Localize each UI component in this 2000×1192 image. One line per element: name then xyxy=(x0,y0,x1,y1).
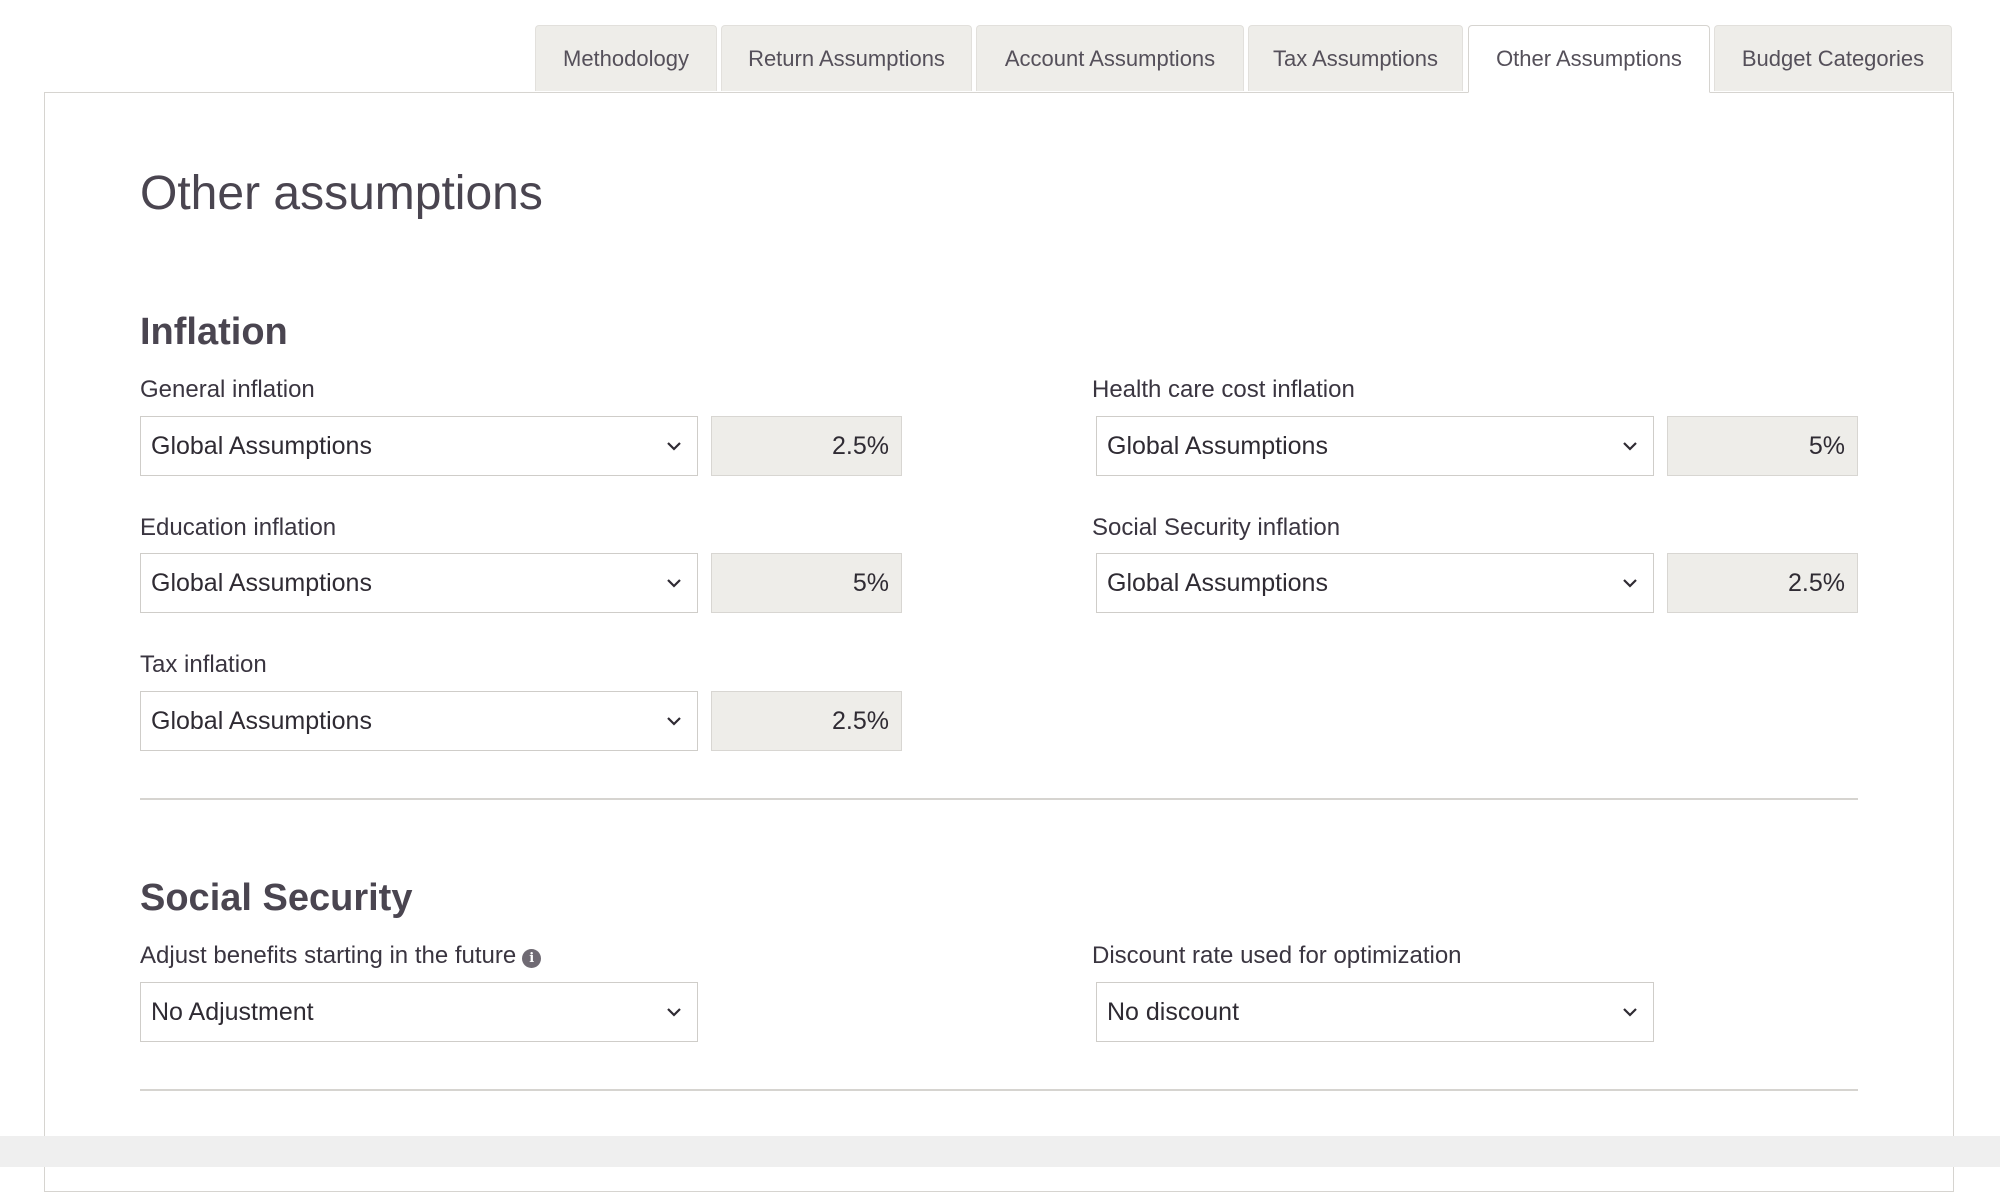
info-icon[interactable]: i xyxy=(522,949,542,968)
tab-label: Methodology xyxy=(563,45,689,71)
adjust-benefits-label: Adjust benefits starting in the future i xyxy=(140,942,542,969)
health-care-inflation-select[interactable]: Global Assumptions xyxy=(1096,416,1654,476)
tab-bar: Methodology Return Assumptions Account A… xyxy=(0,25,2000,93)
chevron-down-icon xyxy=(1623,579,1637,588)
tab-other-assumptions[interactable]: Other Assumptions xyxy=(1468,25,1710,93)
tax-inflation-value: 2.5% xyxy=(711,691,902,751)
page-title: Other assumptions xyxy=(140,167,543,220)
tax-inflation-select[interactable]: Global Assumptions xyxy=(140,691,698,751)
bottom-bar xyxy=(0,1136,2000,1167)
select-value: Global Assumptions xyxy=(1107,568,1328,597)
tab-account-assumptions[interactable]: Account Assumptions xyxy=(976,25,1244,91)
general-inflation-label: General inflation xyxy=(140,376,315,403)
section-divider xyxy=(140,798,1858,800)
education-inflation-select[interactable]: Global Assumptions xyxy=(140,553,698,613)
select-value: Global Assumptions xyxy=(151,706,372,735)
social-security-inflation-select[interactable]: Global Assumptions xyxy=(1096,553,1654,613)
general-inflation-value: 2.5% xyxy=(711,416,902,476)
general-inflation-select[interactable]: Global Assumptions xyxy=(140,416,698,476)
select-value: No Adjustment xyxy=(151,997,314,1026)
chevron-down-icon xyxy=(667,442,681,451)
tab-label: Return Assumptions xyxy=(748,45,945,71)
discount-rate-select[interactable]: No discount xyxy=(1096,982,1654,1042)
adjust-benefits-select[interactable]: No Adjustment xyxy=(140,982,698,1042)
tab-return-assumptions[interactable]: Return Assumptions xyxy=(721,25,972,91)
chevron-down-icon xyxy=(667,1008,681,1017)
tab-label: Budget Categories xyxy=(1741,45,1925,71)
discount-rate-label: Discount rate used for optimization xyxy=(1092,942,1462,969)
tax-inflation-label: Tax inflation xyxy=(140,651,267,678)
education-inflation-label: Education inflation xyxy=(140,514,337,541)
tab-label: Other Assumptions xyxy=(1496,46,1682,71)
select-value: Global Assumptions xyxy=(151,568,372,597)
select-value: No discount xyxy=(1107,997,1240,1026)
tab-label: Tax Assumptions xyxy=(1272,45,1439,71)
tab-tax-assumptions[interactable]: Tax Assumptions xyxy=(1248,25,1463,91)
chevron-down-icon xyxy=(667,579,681,588)
section-divider xyxy=(140,1089,1858,1091)
education-inflation-value: 5% xyxy=(711,553,902,613)
tab-methodology[interactable]: Methodology xyxy=(535,25,717,91)
health-care-inflation-label: Health care cost inflation xyxy=(1092,376,1355,403)
section-title-inflation: Inflation xyxy=(140,311,288,353)
section-title-social-security: Social Security xyxy=(140,877,413,919)
adjust-benefits-label-text: Adjust benefits starting in the future xyxy=(140,942,517,969)
health-care-inflation-value: 5% xyxy=(1667,416,1858,476)
tab-label: Account Assumptions xyxy=(1004,45,1216,71)
social-security-inflation-value: 2.5% xyxy=(1667,553,1858,613)
social-security-inflation-label: Social Security inflation xyxy=(1092,514,1341,541)
select-value: Global Assumptions xyxy=(1107,431,1328,460)
chevron-down-icon xyxy=(1623,1008,1637,1017)
tab-budget-categories[interactable]: Budget Categories xyxy=(1714,25,1952,91)
chevron-down-icon xyxy=(667,717,681,726)
chevron-down-icon xyxy=(1623,442,1637,451)
select-value: Global Assumptions xyxy=(151,431,372,460)
